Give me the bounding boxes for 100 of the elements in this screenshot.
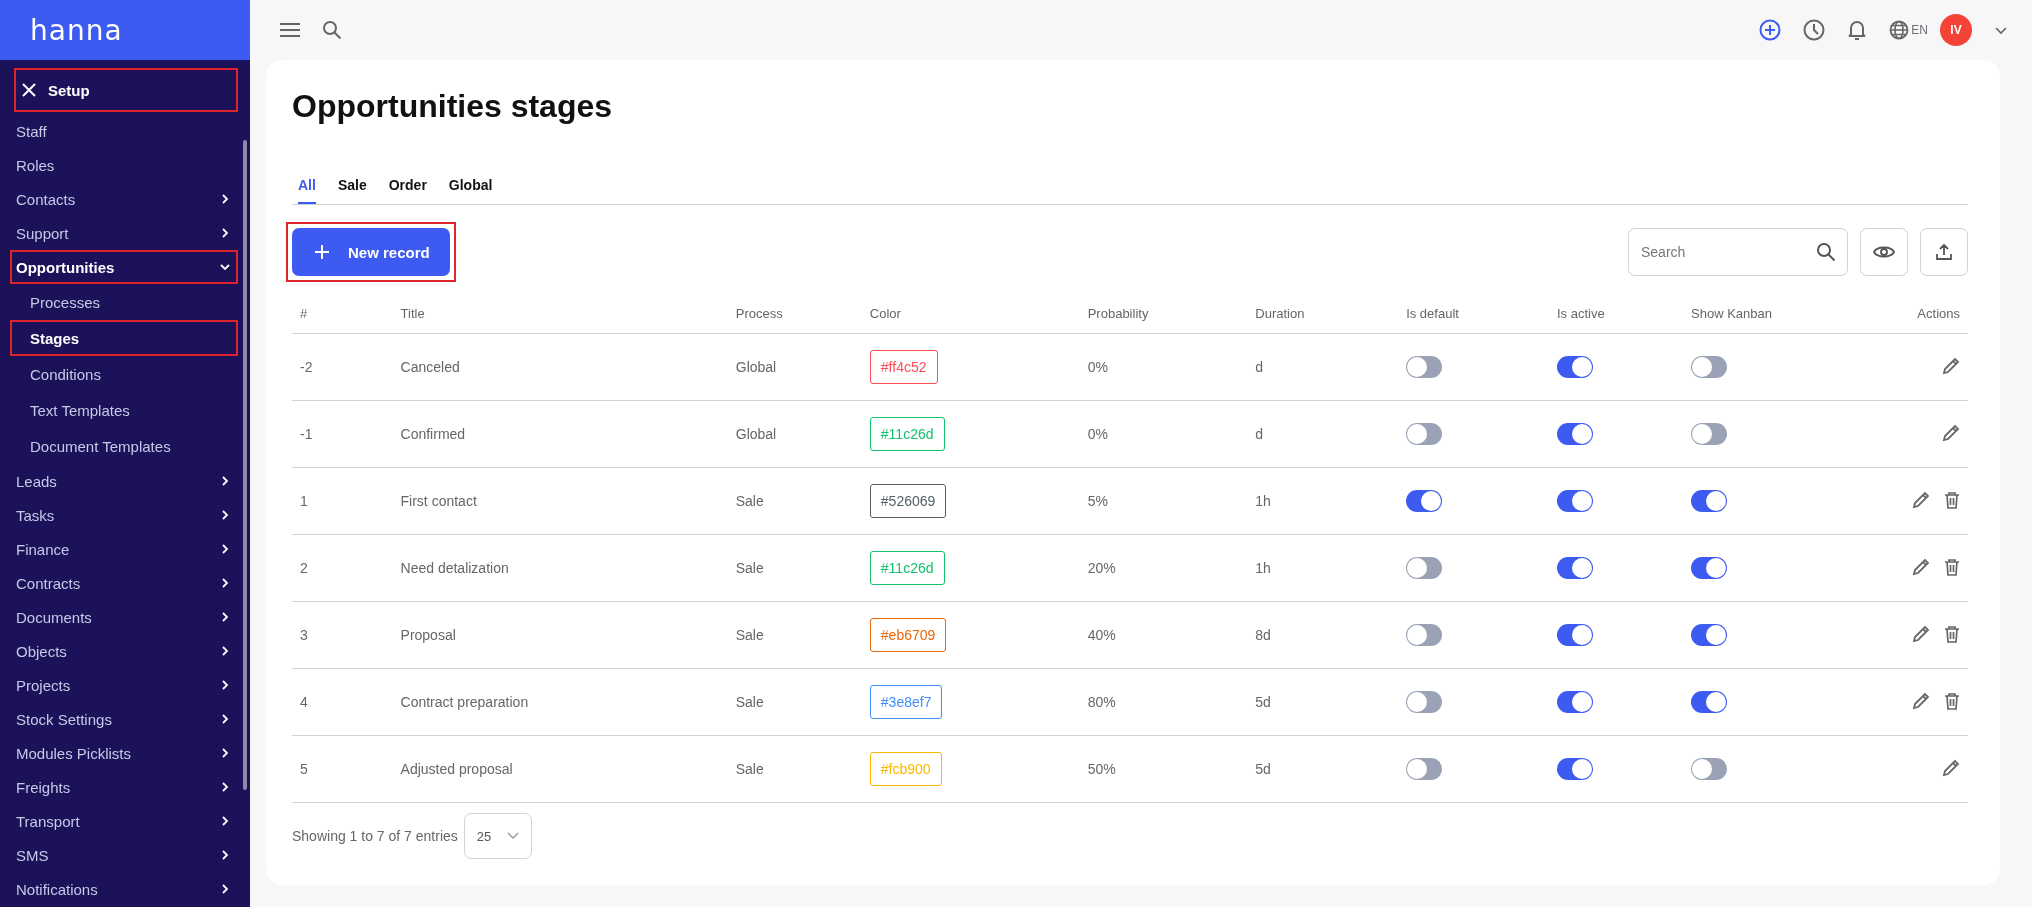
scrollbar[interactable] <box>243 140 247 790</box>
tab[interactable]: Sale <box>337 173 367 204</box>
sidebar-item[interactable]: Documents <box>10 600 238 634</box>
toggle-switch[interactable] <box>1691 624 1728 646</box>
page-size-select[interactable]: 25 <box>463 813 532 859</box>
stage-title: Contract preparation <box>392 668 728 736</box>
delete-icon[interactable] <box>1944 557 1960 576</box>
delete-icon[interactable] <box>1944 490 1960 509</box>
sidebar-header[interactable]: Setup <box>14 68 238 112</box>
probability-value: 0% <box>1079 400 1248 468</box>
chevron-down-icon <box>220 262 230 272</box>
column-header: Color <box>861 293 1080 334</box>
sidebar-subitem[interactable]: Text Templates <box>10 392 238 428</box>
toggle-switch[interactable] <box>1556 691 1593 713</box>
toggle-switch[interactable] <box>1406 557 1443 579</box>
edit-icon[interactable] <box>1942 758 1960 777</box>
edit-icon[interactable] <box>1912 490 1930 509</box>
process-name: Sale <box>727 668 862 736</box>
globe-icon[interactable] <box>1889 20 1910 40</box>
sidebar-item[interactable]: Support <box>10 216 238 250</box>
toggle-switch[interactable] <box>1691 557 1728 579</box>
close-icon[interactable] <box>22 83 36 97</box>
search-icon[interactable] <box>1816 242 1836 262</box>
new-record-button[interactable]: New record <box>292 228 450 276</box>
column-header: Show Kanban <box>1683 293 1834 334</box>
chevron-down-icon[interactable] <box>1994 25 2008 35</box>
toggle-switch[interactable] <box>1556 356 1593 378</box>
sidebar-subitem[interactable]: Document Templates <box>10 428 238 464</box>
edit-icon[interactable] <box>1942 423 1960 442</box>
add-icon[interactable] <box>1759 19 1782 41</box>
edit-icon[interactable] <box>1912 691 1930 710</box>
bell-icon[interactable] <box>1847 19 1868 41</box>
toggle-switch[interactable] <box>1691 356 1728 378</box>
toggle-switch[interactable] <box>1691 423 1728 445</box>
sidebar-subitem[interactable]: Stages <box>10 320 238 356</box>
sidebar-item[interactable]: Leads <box>10 464 238 498</box>
toggle-switch[interactable] <box>1406 691 1443 713</box>
sidebar-item[interactable]: SMS <box>10 838 238 872</box>
user-avatar[interactable]: IV <box>1940 14 1972 46</box>
toggle-switch[interactable] <box>1406 758 1443 780</box>
duration-value: d <box>1247 400 1399 468</box>
process-name: Sale <box>727 601 862 669</box>
duration-value: 1h <box>1247 534 1399 602</box>
toggle-switch[interactable] <box>1406 624 1443 646</box>
toggle-switch[interactable] <box>1691 691 1728 713</box>
sidebar-item[interactable]: Staff <box>10 114 238 148</box>
sidebar-item[interactable]: Roles <box>10 148 238 182</box>
tab[interactable]: All <box>298 173 316 204</box>
delete-icon[interactable] <box>1944 624 1960 643</box>
color-tag: #eb6709 <box>869 618 947 652</box>
toggle-switch[interactable] <box>1556 624 1593 646</box>
toggle-switch[interactable] <box>1691 490 1728 512</box>
row-number: 4 <box>292 668 393 736</box>
tab[interactable]: Global <box>448 173 493 204</box>
toggle-switch[interactable] <box>1691 758 1728 780</box>
sidebar-item[interactable]: Modules Picklists <box>10 736 238 770</box>
clock-icon[interactable] <box>1803 19 1826 41</box>
edit-icon[interactable] <box>1942 356 1960 375</box>
duration-value: d <box>1247 333 1399 401</box>
search-icon[interactable] <box>322 20 342 40</box>
stage-title: Adjusted proposal <box>392 735 728 803</box>
sidebar-subitem[interactable]: Conditions <box>10 356 238 392</box>
sidebar-item[interactable]: Stock Settings <box>10 702 238 736</box>
sidebar-item[interactable]: Tasks <box>10 498 238 532</box>
sidebar-item[interactable]: Contacts <box>10 182 238 216</box>
toggle-switch[interactable] <box>1556 490 1593 512</box>
toggle-switch[interactable] <box>1406 423 1443 445</box>
toggle-switch[interactable] <box>1406 490 1443 512</box>
process-name: Sale <box>727 735 862 803</box>
edit-icon[interactable] <box>1912 557 1930 576</box>
sidebar-item[interactable]: Projects <box>10 668 238 702</box>
process-name: Global <box>727 400 862 468</box>
export-button[interactable] <box>1920 228 1968 276</box>
edit-icon[interactable] <box>1912 624 1930 643</box>
sidebar-item[interactable]: Transport <box>10 804 238 838</box>
sidebar-subitem[interactable]: Processes <box>10 284 238 320</box>
probability-value: 80% <box>1079 668 1248 736</box>
chevron-right-icon <box>220 782 230 792</box>
menu-icon[interactable] <box>280 22 300 38</box>
tab[interactable]: Order <box>388 173 427 204</box>
column-header: Is active <box>1548 293 1684 334</box>
duration-value: 1h <box>1247 467 1399 535</box>
language-label[interactable]: EN <box>1911 23 1928 37</box>
sidebar-item[interactable]: Freights <box>10 770 238 804</box>
sidebar-item[interactable]: Opportunities <box>10 250 238 284</box>
sidebar-item[interactable]: Notifications <box>10 872 238 906</box>
toggle-switch[interactable] <box>1406 356 1443 378</box>
toggle-switch[interactable] <box>1556 423 1593 445</box>
toggle-switch[interactable] <box>1556 557 1593 579</box>
toggle-switch[interactable] <box>1556 758 1593 780</box>
row-number: 2 <box>292 534 393 602</box>
process-name: Sale <box>727 467 862 535</box>
sidebar-item[interactable]: Contracts <box>10 566 238 600</box>
delete-icon[interactable] <box>1944 691 1960 710</box>
color-tag: #11c26d <box>869 551 945 585</box>
chevron-right-icon <box>220 476 230 486</box>
sidebar-item[interactable]: Objects <box>10 634 238 668</box>
search-field[interactable]: Search <box>1628 228 1848 276</box>
view-button[interactable] <box>1860 228 1908 276</box>
sidebar-item[interactable]: Finance <box>10 532 238 566</box>
